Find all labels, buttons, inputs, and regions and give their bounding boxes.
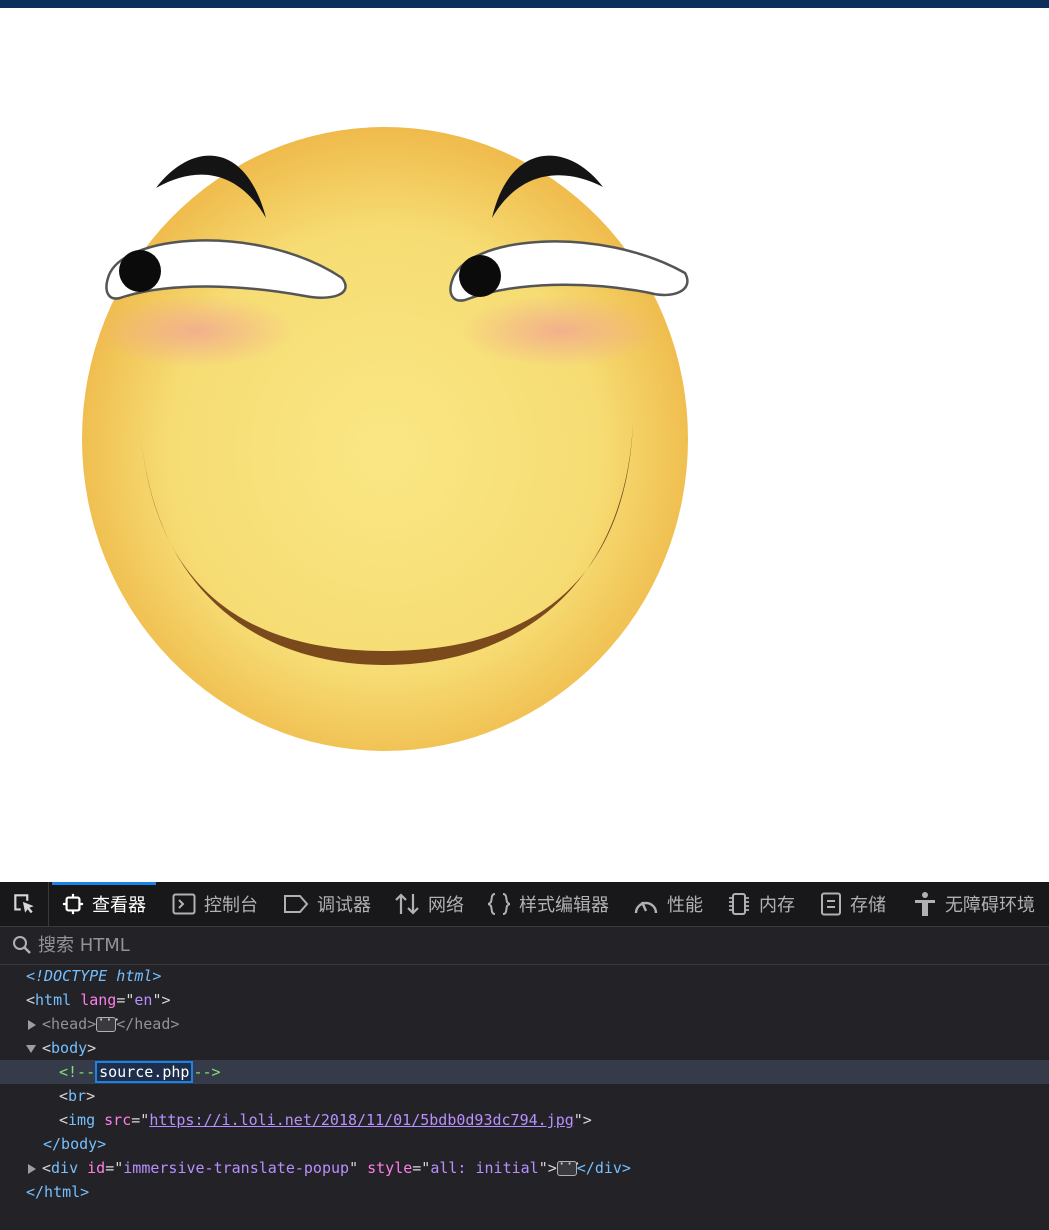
attr-value: all: initial [430,1159,539,1177]
tab-label: 内存 [759,895,795,916]
tag-name: img [68,1111,96,1129]
inspector-icon [62,893,84,915]
console-icon [172,893,196,915]
doctype-node: <!DOCTYPE html> [26,967,162,985]
accessibility-icon [915,892,935,916]
tree-row-doctype[interactable]: <!DOCTYPE html> [0,964,1049,988]
tab-debugger[interactable]: 调试器 [283,882,371,926]
tree-row-img[interactable]: <img src="https://i.loli.net/2018/11/01/… [0,1108,1049,1132]
tree-row-html-close[interactable]: </html> [0,1180,1049,1204]
tab-network[interactable]: 网络 [394,882,464,926]
collapsed-ellipsis-icon[interactable]: ··· [96,1014,121,1032]
tab-label: 调试器 [317,895,371,916]
tab-label: 控制台 [204,895,258,916]
comment-text-highlight[interactable]: source.php [95,1061,194,1083]
search-html-input[interactable] [36,933,640,957]
performance-icon [634,901,658,914]
tab-label: 性能 [667,895,703,916]
tag-name: br [68,1087,87,1105]
tag-name: body [51,1039,88,1057]
collapsed-ellipsis-icon[interactable]: ··· [556,1158,581,1176]
tab-memory[interactable]: 内存 [727,882,795,926]
close-tag: </div> [576,1159,631,1177]
tag-name: html [35,991,72,1009]
tree-row-br[interactable]: <br> [0,1084,1049,1108]
close-tag: </body> [43,1135,107,1153]
tab-accessibility[interactable]: 无障碍环境 [913,882,1035,926]
smirk-emoji-image [82,127,689,751]
expand-arrow-icon[interactable] [28,1019,36,1030]
tree-row-body[interactable]: <body> [0,1036,1049,1060]
tab-label: 网络 [428,895,464,916]
storage-icon [821,892,841,916]
tree-row-div[interactable]: <div id="immersive-translate-popup" styl… [0,1156,1049,1180]
attr-value: immersive-translate-popup [123,1159,350,1177]
tab-label: 存储 [850,895,886,916]
attr-name: lang [80,991,117,1009]
attr-name: style [367,1159,413,1177]
tab-storage[interactable]: 存储 [820,882,886,926]
tab-label: 无障碍环境 [945,895,1035,916]
tree-row-comment[interactable]: <!-- source.php --> [0,1060,1049,1084]
close-tag: </head> [116,1015,180,1033]
comment-close: --> [193,1063,221,1081]
tag-name: head [51,1015,88,1033]
close-tag: </html> [26,1183,90,1201]
tab-inspector[interactable]: 查看器 [52,882,156,926]
expand-arrow-icon[interactable] [28,1163,36,1174]
devtools-toolbar: 查看器 控制台 调试器 网络 样式编辑器 性能 内存 存储 无障碍环境 [0,882,1049,927]
memory-icon [729,893,749,915]
tab-label: 查看器 [92,895,146,916]
page-viewport [0,8,1049,882]
attr-value: en [134,991,153,1009]
collapse-arrow-icon[interactable] [26,1044,36,1053]
element-picker-button[interactable] [0,882,49,926]
tab-style-editor[interactable]: 样式编辑器 [487,882,609,926]
tab-label: 样式编辑器 [519,895,609,916]
attr-name: src [104,1111,132,1129]
tree-row-body-close[interactable]: </body> [0,1132,1049,1156]
tag-name: div [51,1159,79,1177]
tab-console[interactable]: 控制台 [172,882,258,926]
browser-top-bar [0,0,1049,8]
html-search-bar [0,926,1049,965]
tree-row-html[interactable]: <html lang="en"> [0,988,1049,1012]
img-src-link[interactable]: https://i.loli.net/2018/11/01/5bdb0d93dc… [149,1111,573,1129]
search-icon [13,936,31,954]
tab-performance[interactable]: 性能 [633,882,703,926]
attr-name: id [87,1159,106,1177]
element-picker-icon [14,894,34,914]
comment-open: <!-- [59,1063,96,1081]
tree-row-head[interactable]: <head>···</head> [0,1012,1049,1036]
style-editor-icon [487,893,511,915]
devtools-panel: 查看器 控制台 调试器 网络 样式编辑器 性能 内存 存储 无障碍环境 搜索 H… [0,882,1049,1230]
debugger-icon [284,895,309,913]
network-icon [395,893,419,915]
